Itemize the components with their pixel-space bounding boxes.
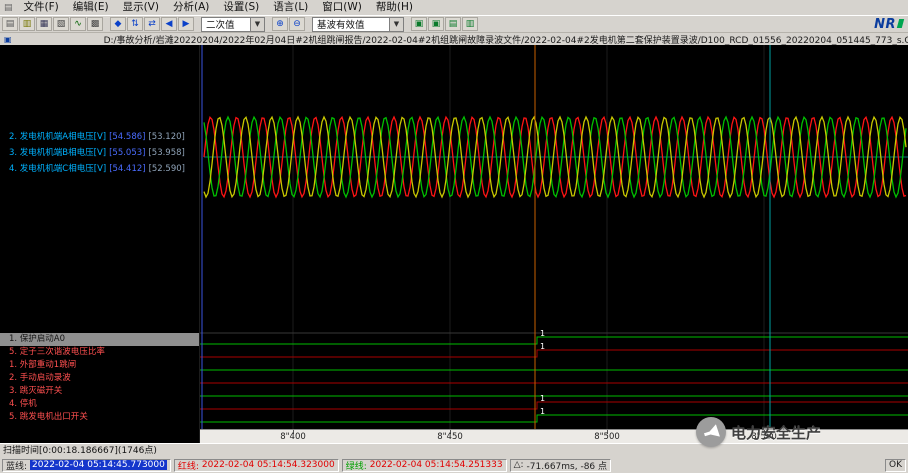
chevron-down-icon[interactable]: ▼ (250, 18, 264, 31)
analog-channel-label: 2. 发电机机端A相电压[V] (9, 129, 106, 145)
waveform-canvas[interactable]: 1 1 1 1 (200, 45, 908, 429)
path-bar: ▣ D:/事故分析/岩滩20220204/2022年02月04日#2机组跳闸报告… (0, 32, 908, 46)
digital-state-label: 1 (540, 342, 545, 351)
report-icon[interactable]: ▣ (411, 17, 427, 31)
axis-label: 8"450 (437, 432, 463, 442)
analog-value-green-cursor: [52.590] (149, 161, 185, 177)
digital-trace (200, 350, 908, 357)
digital-channel-row[interactable]: 5. 定子三次谐波电压比率 (0, 346, 199, 359)
green-cursor-label: 绿线: (346, 459, 367, 472)
delta-value: -71.667ms, -86 点 (527, 459, 607, 472)
zoom-in-icon[interactable]: ⊕ (272, 17, 288, 31)
prev-screen-icon[interactable]: ◀ (161, 17, 177, 31)
harmonic-analysis-icon[interactable]: ▣ (428, 17, 444, 31)
waveform-icon[interactable]: ∿ (70, 17, 86, 31)
menu-item-window[interactable]: 窗口(W) (315, 0, 369, 15)
toolbar-group-zoom: ⊕⊖ (272, 17, 305, 31)
green-cursor-time: 绿线: 2022-02-04 05:14:54.251333 (342, 459, 507, 472)
channel-list-icon[interactable]: ▩ (87, 17, 103, 31)
value-mode-combo[interactable]: 二次值 ▼ (201, 17, 265, 32)
blue-cursor-value: 2022-02-04 05:14:45.773000 (30, 460, 167, 470)
digital-trace (200, 402, 908, 409)
fit-vertical-icon[interactable]: ⇅ (127, 17, 143, 31)
app-icon: ▤ (0, 3, 17, 13)
analog-channel-label: 3. 发电机机端B相电压[V] (9, 145, 106, 161)
analog-value-green-cursor: [53.958] (148, 145, 184, 161)
zoom-out-icon[interactable]: ⊖ (289, 17, 305, 31)
digital-trace (200, 337, 908, 344)
analog-value-blue-cursor: [54.586] (109, 129, 145, 145)
toolbar-group-analysis: ▣▣▤▥ (411, 17, 478, 31)
digital-channel-row[interactable]: 4. 停机 (0, 398, 199, 411)
analog-channel-row[interactable]: 3. 发电机机端B相电压[V][55.053][53.958] (0, 145, 199, 161)
channel-panel: 2. 发电机机端A相电压[V][54.586][53.120]3. 发电机机端B… (0, 45, 200, 443)
value-mode-selected: 二次值 (202, 17, 239, 31)
toolbar-group-file: ▤▥▦▧∿▩ (2, 17, 103, 31)
open-file-icon[interactable]: ▥ (19, 17, 35, 31)
analog-value-blue-cursor: [55.053] (109, 145, 145, 161)
marker-icon[interactable]: ◆ (110, 17, 126, 31)
status-ok: OK (885, 459, 906, 472)
green-cursor-value: 2022-02-04 05:14:54.251333 (370, 460, 503, 470)
digital-state-label: 1 (540, 329, 545, 338)
blue-cursor-label: 蓝线: (6, 459, 27, 472)
menu-item-edit[interactable]: 编辑(E) (66, 0, 116, 15)
menu-item-language[interactable]: 语言(L) (266, 0, 315, 15)
digital-channel-row[interactable]: 1. 外部重动1跳闸 (0, 359, 199, 372)
menu-bar: ▤ 文件(F)编辑(E)显示(V)分析(A)设置(S)语言(L)窗口(W)帮助(… (0, 0, 908, 15)
toolbar: ▤▥▦▧∿▩ ◆⇅⇄◀▶ 二次值 ▼ ⊕⊖ 基波有效值 ▼ ▣▣▤▥ NR (0, 15, 908, 32)
blue-cursor-time: 蓝线: 2022-02-04 05:14:45.773000 (2, 459, 171, 472)
scan-time-text: 扫描时间[0:00:18.186667](1746点) (3, 446, 157, 456)
new-file-icon[interactable]: ▤ (2, 17, 18, 31)
analog-channel-row[interactable]: 2. 发电机机端A相电压[V][54.586][53.120] (0, 129, 199, 145)
menu-item-analysis[interactable]: 分析(A) (166, 0, 216, 15)
digital-trace (200, 415, 908, 422)
axis-label: 8"400 (280, 432, 306, 442)
save-icon[interactable]: ▦ (36, 17, 52, 31)
axis-label: 8"500 (594, 432, 620, 442)
analog-channel-row[interactable]: 4. 发电机机端C相电压[V][54.412][52.590] (0, 161, 199, 177)
app-window: ▤ 文件(F)编辑(E)显示(V)分析(A)设置(S)语言(L)窗口(W)帮助(… (0, 0, 908, 473)
scan-status-row: 扫描时间[0:00:18.186667](1746点) (0, 443, 908, 457)
digital-state-label: 1 (540, 407, 545, 416)
vector-diagram-icon[interactable]: ▤ (445, 17, 461, 31)
analog-value-blue-cursor: [54.412] (109, 161, 145, 177)
nr-logo: NR (874, 17, 903, 32)
digital-channel-row[interactable]: 5. 跳发电机出口开关 (0, 411, 199, 424)
delta-label: △: (514, 460, 524, 470)
cursor-delta: △: -71.667ms, -86 点 (510, 459, 611, 472)
next-screen-icon[interactable]: ▶ (178, 17, 194, 31)
analog-channel-label: 4. 发电机机端C相电压[V] (9, 161, 106, 177)
digital-state-label: 1 (540, 394, 545, 403)
red-cursor-label: 红线: (178, 459, 199, 472)
red-cursor-value: 2022-02-04 05:14:54.323000 (202, 460, 335, 470)
status-bar: 蓝线: 2022-02-04 05:14:45.773000 红线: 2022-… (0, 457, 908, 473)
display-mode-combo[interactable]: 基波有效值 ▼ (312, 17, 404, 32)
digital-channel-row[interactable]: 1. 保护启动A0 (0, 333, 199, 346)
digital-channel-list: 1. 保护启动A05. 定子三次谐波电压比率1. 外部重动1跳闸2. 手动启动录… (0, 333, 199, 424)
digital-channel-row[interactable]: 3. 跳灭磁开关 (0, 385, 199, 398)
axis-label: 8"550 (751, 432, 777, 442)
time-axis: 8"400 8"450 8"500 8"550 (200, 429, 908, 443)
sequence-values-icon[interactable]: ▥ (462, 17, 478, 31)
digital-channel-row[interactable]: 2. 手动启动录波 (0, 372, 199, 385)
analog-value-green-cursor: [53.120] (148, 129, 184, 145)
red-cursor-time: 红线: 2022-02-04 05:14:54.323000 (174, 459, 339, 472)
analog-channel-list: 2. 发电机机端A相电压[V][54.586][53.120]3. 发电机机端B… (0, 129, 199, 177)
file-icon: ▣ (0, 35, 16, 44)
fit-horizontal-icon[interactable]: ⇄ (144, 17, 160, 31)
menu-item-settings[interactable]: 设置(S) (216, 0, 266, 15)
menu-items: 文件(F)编辑(E)显示(V)分析(A)设置(S)语言(L)窗口(W)帮助(H) (17, 0, 420, 15)
display-mode-selected: 基波有效值 (313, 17, 369, 31)
menu-item-file[interactable]: 文件(F) (17, 0, 66, 15)
print-icon[interactable]: ▧ (53, 17, 69, 31)
menu-item-help[interactable]: 帮助(H) (369, 0, 420, 15)
chevron-down-icon[interactable]: ▼ (389, 18, 403, 31)
plot-area[interactable]: 1 1 1 1 8"400 8"450 8"500 8"550 (200, 45, 908, 443)
menu-item-view[interactable]: 显示(V) (116, 0, 166, 15)
toolbar-group-navigation: ◆⇅⇄◀▶ (110, 17, 194, 31)
